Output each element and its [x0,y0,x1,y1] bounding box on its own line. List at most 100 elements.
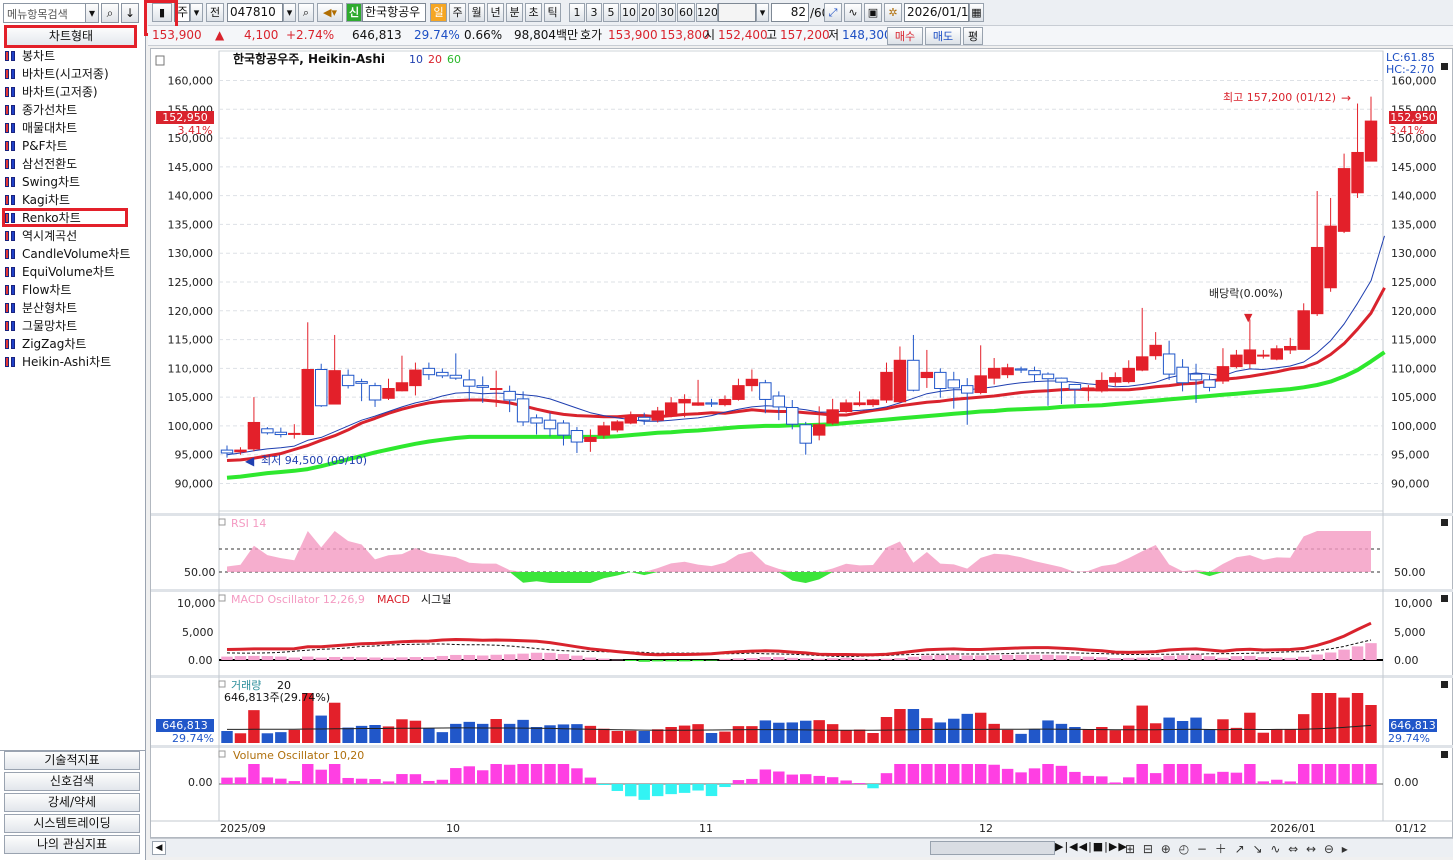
zoom-controls[interactable]: ⊞ ⊟ ⊕ ◴ − ＋ ↗ ↘ ∿ ⇔ ↔ ⊖ ▸ [1125,840,1350,857]
interval-button[interactable]: 1 [569,3,585,22]
chart-canvas[interactable]: 90,000 90,000 95,000 95,000 100,000 100,000 10… [151,49,1453,839]
strength-weakness-button[interactable]: 강세/약세 [4,793,140,812]
period-button[interactable]: 초 [525,3,542,22]
interval-button[interactable]: 3 [586,3,602,22]
vo-bar [1365,764,1377,784]
macd-histogram-bar [1109,658,1122,660]
chart-type-item[interactable]: 분산형차트 [4,299,140,317]
vo-bar [1001,768,1014,784]
vo-bar [1190,764,1202,784]
interval-button[interactable]: 10 [620,3,638,22]
sell-button[interactable]: 매도 [925,27,961,45]
my-indicators-button[interactable]: 나의 관심지표 [4,835,140,854]
sound-icon[interactable]: ◀▾ [317,3,343,22]
vo-bar [450,768,462,784]
period-dropdown-arrow[interactable]: ▾ [190,3,203,22]
period-button[interactable]: 년 [487,3,504,22]
period-button[interactable]: 일 [430,3,447,22]
chart-type-item[interactable]: 바차트(시고저종) [4,65,140,83]
chart-type-item[interactable]: CandleVolume차트 [4,245,140,263]
y-tick-label-left: 90,000 [175,477,214,490]
volume-bar [476,723,489,743]
vo-bar [1163,764,1175,784]
trend-tool-icon[interactable]: ⤢ [824,3,842,22]
chart-type-item[interactable]: EquiVolume차트 [4,263,140,281]
chart-type-item[interactable]: Kagi차트 [4,191,140,209]
period-button[interactable]: 틱 [544,3,561,22]
stock-code-dropdown-arrow[interactable]: ▾ [283,3,296,22]
system-trading-button[interactable]: 시스템트레이딩 [4,814,140,833]
chart-scrollbar[interactable]: ◀ ▶|◀◀|■|▶▶ ⊞ ⊟ ⊕ ◴ − ＋ ↗ ↘ ∿ ⇔ ↔ ⊖ ▸ [150,838,1453,857]
download-arrow-icon[interactable]: ↓ [121,3,139,23]
calendar-icon[interactable]: ▦ [969,3,984,22]
vo-bar [1297,764,1310,784]
scroll-thumb[interactable] [930,841,1055,855]
indicator-tool-icon[interactable]: ∿ [844,3,862,22]
chart-type-item[interactable]: 그물망차트 [4,317,140,335]
macd-histogram-bar [813,658,825,660]
y-tick-label-right: 160,000 [1391,75,1437,88]
signal-search-button[interactable]: 신호검색 [4,772,140,791]
candle-body [1135,356,1149,371]
macd-pane-icon[interactable] [218,594,226,602]
search-dropdown-arrow[interactable]: ▾ [85,3,99,23]
macd-histogram-bar [503,654,516,660]
custom-interval-dropdown[interactable]: ▾ [756,3,769,22]
chart-type-item[interactable]: 삼선전환도 [4,155,140,173]
interval-button[interactable]: 20 [639,3,657,22]
interval-button[interactable]: 120 [696,3,718,22]
chart-type-item[interactable]: ZigZag차트 [4,335,140,353]
vo-bar [974,764,987,784]
candle-body [1243,349,1257,365]
date-input[interactable]: 2026/01/12 [904,3,969,22]
candle-body [880,371,893,401]
technical-indicator-button[interactable]: 기술적지표 [4,751,140,770]
period-button[interactable]: 월 [468,3,485,22]
chart-type-item[interactable]: 종가선차트 [4,101,140,119]
volume-bar [921,718,933,743]
vo-pane-icon[interactable] [218,750,226,758]
chart-area[interactable]: 90,000 90,000 95,000 95,000 100,000 100,000 10… [150,48,1453,838]
candle [799,421,812,455]
chart-type-item[interactable]: 바차트(고저종) [4,83,140,101]
chart-type-item[interactable]: Heikin-Ashi차트 [4,353,140,371]
pane-menu-icon[interactable] [155,55,165,66]
chart-type-item[interactable]: 봉차트 [4,47,140,65]
macd-histogram-bar [1001,654,1014,660]
volume-pane-icon[interactable] [218,680,226,688]
interval-button[interactable]: 5 [603,3,619,22]
scroll-controls[interactable]: ▶|◀◀|■|▶▶ [1055,840,1128,853]
prev-button[interactable]: 전 [206,3,224,22]
candle [772,391,786,421]
stock-search-icon[interactable]: ⌕ [298,3,314,22]
interval-button[interactable]: 60 [677,3,695,22]
stock-code-input[interactable]: 047810 [227,3,283,22]
pane-separator [151,513,1453,516]
buy-button[interactable]: 매수 [887,27,923,45]
chart-type-item[interactable]: Flow차트 [4,281,140,299]
interval-button[interactable]: 30 [658,3,676,22]
period-button[interactable]: 주 [449,3,466,22]
save-icon[interactable]: ▣ [864,3,882,22]
chart-type-item[interactable]: Swing차트 [4,173,140,191]
evaluation-button[interactable]: 평 [963,27,983,45]
vo-bar [867,784,879,789]
candle-body [274,431,288,436]
macd-histogram-bar [1123,657,1135,660]
y-tick-label-left: 125,000 [168,276,214,289]
scroll-left-arrow-icon[interactable]: ◀ [152,841,166,855]
candle [759,379,772,414]
search-icon[interactable]: ⌕ [101,3,119,23]
chart-type-item[interactable]: 매물대차트 [4,119,140,137]
chart-type-item[interactable]: P&F차트 [4,137,140,155]
period-button[interactable]: 분 [506,3,523,22]
gear-icon[interactable]: ✲ [884,3,902,22]
vo-bar [221,777,233,784]
stock-name-field[interactable]: 한국항공우 [362,3,426,22]
candle-body [987,367,1001,379]
volume-bar [826,724,839,743]
chart-type-item[interactable]: 역시계곡선 [4,227,140,245]
rsi-pane-icon[interactable] [218,518,226,526]
custom-interval-input[interactable] [718,3,756,22]
bar-count-input[interactable]: 82 [771,3,809,22]
